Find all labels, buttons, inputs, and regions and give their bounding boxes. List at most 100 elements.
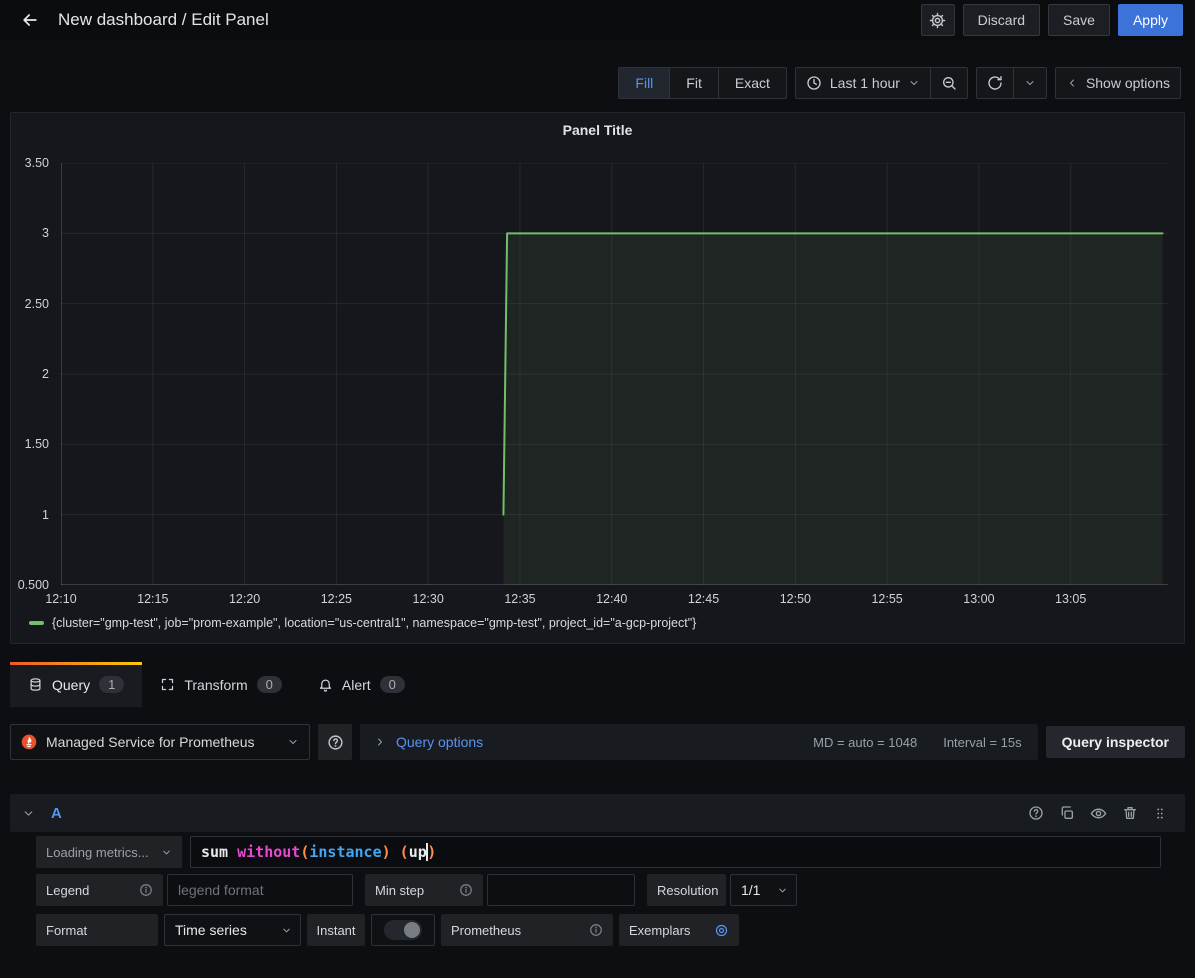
promql-token: ) xyxy=(382,843,391,861)
datasource-row: Managed Service for Prometheus Query opt… xyxy=(10,724,1185,760)
series-label: {cluster="gmp-test", job="prom-example",… xyxy=(52,616,696,630)
chevron-right-icon xyxy=(374,736,386,748)
query-inspector-button[interactable]: Query inspector xyxy=(1046,726,1185,758)
discard-button[interactable]: Discard xyxy=(963,4,1040,36)
panel-settings-button[interactable] xyxy=(921,4,955,36)
query-help-icon[interactable] xyxy=(1028,805,1044,821)
gear-icon xyxy=(929,12,946,29)
format-select[interactable]: Time series xyxy=(164,914,301,946)
y-tick-label: 3 xyxy=(42,226,49,240)
instant-toggle[interactable] xyxy=(371,914,435,946)
legend-option-chip: Legend xyxy=(36,874,163,906)
interval-text: Interval = 15s xyxy=(943,735,1021,750)
query-row-header[interactable]: A xyxy=(10,794,1185,832)
x-tick-label: 12:50 xyxy=(780,592,811,606)
tab-label: Query xyxy=(52,677,90,693)
resolution-chip: Resolution xyxy=(647,874,726,906)
query-options-label: Query options xyxy=(396,734,483,750)
x-tick-label: 12:35 xyxy=(504,592,535,606)
search-minus-icon xyxy=(941,75,957,91)
resolution-select[interactable]: 1/1 xyxy=(730,874,797,906)
toggle-visibility-icon[interactable] xyxy=(1090,805,1107,822)
panel-title: Panel Title xyxy=(11,113,1184,138)
query-row-actions xyxy=(1028,805,1167,822)
tab-alert[interactable]: Alert 0 xyxy=(300,662,423,707)
datasource-name: Managed Service for Prometheus xyxy=(46,734,278,750)
resolution-value: 1/1 xyxy=(741,882,760,898)
display-mode-exact[interactable]: Exact xyxy=(718,68,786,98)
refresh-interval-dropdown[interactable] xyxy=(1013,68,1046,98)
chevron-down-icon xyxy=(161,847,172,858)
datasource-picker[interactable]: Managed Service for Prometheus xyxy=(10,724,310,760)
min-step-input[interactable] xyxy=(487,874,635,906)
info-icon[interactable] xyxy=(139,883,153,897)
toggle-knob xyxy=(404,922,420,938)
arrow-left-icon xyxy=(20,10,40,30)
format-label: Format xyxy=(46,923,87,938)
chevron-down-icon xyxy=(281,925,292,936)
promql-token: up xyxy=(409,843,427,861)
display-mode-group: Fill Fit Exact xyxy=(618,67,786,99)
format-value: Time series xyxy=(175,922,247,938)
refresh-button[interactable] xyxy=(977,68,1013,98)
query-options-line: Legend Min step Resolution 1/1 xyxy=(36,874,1161,906)
query-options-toggle[interactable]: Query options xyxy=(374,734,483,750)
question-circle-icon xyxy=(327,734,344,751)
promql-token: instance xyxy=(309,843,381,861)
zoom-out-time-button[interactable] xyxy=(930,68,967,98)
exemplars-record-icon[interactable] xyxy=(714,923,729,938)
tab-count-badge: 0 xyxy=(257,676,282,693)
transform-icon xyxy=(160,677,175,692)
grafana-edit-panel-page: New dashboard / Edit Panel Discard Save … xyxy=(0,0,1195,978)
refresh-group xyxy=(976,67,1047,99)
instant-chip: Instant xyxy=(307,914,365,946)
time-range-picker[interactable]: Last 1 hour xyxy=(796,68,930,98)
x-tick-label: 12:25 xyxy=(321,592,352,606)
x-tick-label: 12:20 xyxy=(229,592,260,606)
drag-handle-icon[interactable] xyxy=(1153,805,1167,822)
info-icon[interactable] xyxy=(589,923,603,937)
x-tick-label: 13:05 xyxy=(1055,592,1086,606)
delete-query-icon[interactable] xyxy=(1122,805,1138,821)
min-step-chip: Min step xyxy=(365,874,483,906)
datasource-help-button[interactable] xyxy=(318,724,352,760)
max-data-points-text: MD = auto = 1048 xyxy=(813,735,917,750)
info-icon[interactable] xyxy=(459,883,473,897)
display-mode-fit[interactable]: Fit xyxy=(669,68,718,98)
toggle-track xyxy=(384,920,422,940)
series-color-dash xyxy=(29,621,44,625)
chart-legend-item[interactable]: {cluster="gmp-test", job="prom-example",… xyxy=(29,616,696,630)
save-button[interactable]: Save xyxy=(1048,4,1110,36)
x-tick-label: 12:45 xyxy=(688,592,719,606)
query-options-summary: MD = auto = 1048 Interval = 15s xyxy=(813,735,1021,750)
refresh-icon xyxy=(987,75,1003,91)
apply-button[interactable]: Apply xyxy=(1118,4,1183,36)
tab-transform[interactable]: Transform 0 xyxy=(142,662,300,707)
chart-plot[interactable] xyxy=(61,163,1168,585)
back-button[interactable] xyxy=(12,4,48,36)
y-axis-labels: 0.50011.5022.5033.50 xyxy=(11,163,55,585)
promql-expression: sum without(instance) (up) xyxy=(201,843,436,862)
x-tick-label: 13:00 xyxy=(963,592,994,606)
exemplars-label: Exemplars xyxy=(629,923,690,938)
legend-format-input[interactable] xyxy=(167,874,353,906)
promql-token: ) xyxy=(427,843,436,861)
duplicate-query-icon[interactable] xyxy=(1059,805,1075,821)
x-tick-label: 12:30 xyxy=(413,592,444,606)
tab-query[interactable]: Query 1 xyxy=(10,662,142,707)
resolution-label: Resolution xyxy=(657,883,718,898)
bell-icon xyxy=(318,677,333,692)
tab-count-badge: 0 xyxy=(380,676,405,693)
show-options-button[interactable]: Show options xyxy=(1056,68,1180,98)
query-ref-id: A xyxy=(51,805,62,822)
promql-expression-input[interactable]: sum without(instance) (up) xyxy=(190,836,1161,868)
metric-select-dropdown[interactable]: Loading metrics... xyxy=(36,836,182,868)
query-format-line: Format Time series Instant Prometheus Ex… xyxy=(36,914,1161,946)
instant-label: Instant xyxy=(316,923,355,938)
display-mode-fill[interactable]: Fill xyxy=(619,68,669,98)
time-picker-group: Last 1 hour xyxy=(795,67,968,99)
collapse-chevron-icon xyxy=(22,807,35,820)
panel-toolbar: Fill Fit Exact Last 1 hour xyxy=(14,66,1181,100)
y-tick-label: 2.50 xyxy=(25,297,49,311)
time-range-label: Last 1 hour xyxy=(830,75,900,91)
